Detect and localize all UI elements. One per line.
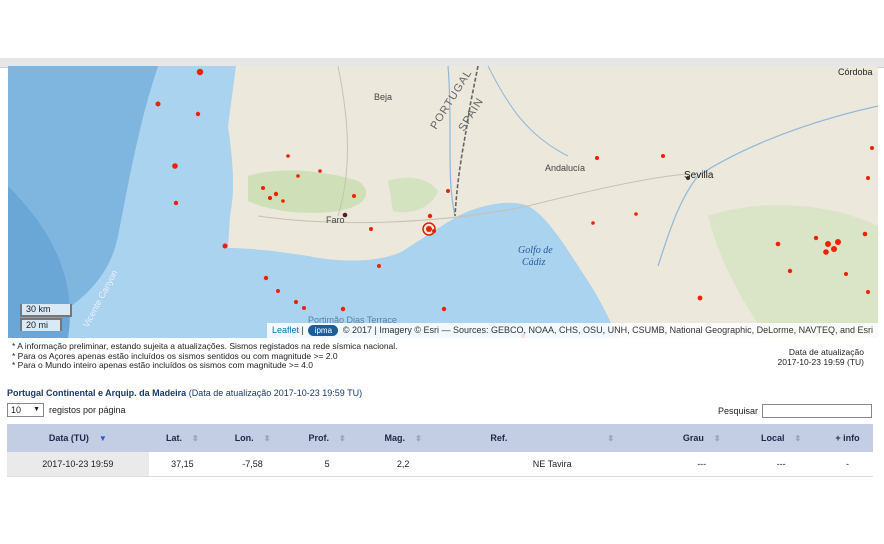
page-size-control: 10 ▼ registos por página xyxy=(7,403,126,417)
label-sevilla: Sevilla xyxy=(684,170,714,181)
leaflet-link[interactable]: Leaflet xyxy=(272,325,299,335)
search-label: Pesquisar xyxy=(717,406,758,416)
col-lon[interactable]: Lon. ⬍ xyxy=(215,424,290,452)
scale-mi: 20 mi xyxy=(20,318,62,331)
sort-icon: ⬍ xyxy=(339,434,346,443)
map-attribution: Leaflet | ipma © 2017 | Imagery © Esri —… xyxy=(267,322,878,338)
col-date[interactable]: Data (TU) ▼ xyxy=(7,424,149,452)
label-andalucia: Andalucía xyxy=(545,163,585,173)
sort-desc-icon: ▼ xyxy=(98,434,107,443)
cell-lon: -7,58 xyxy=(215,452,290,477)
update-info: Data de atualização 2017-10-23 19:59 (TU… xyxy=(778,347,864,367)
ipma-logo: ipma xyxy=(308,325,339,336)
note-3: * Para o Mundo inteiro apenas estão incl… xyxy=(12,360,313,370)
cell-date: 2017-10-23 19:59 xyxy=(7,452,149,477)
col-lat[interactable]: Lat. ⬍ xyxy=(148,424,216,452)
seismic-map[interactable]: Beja PORTUGAL SPAIN Andalucía Sevilla Có… xyxy=(8,66,878,338)
events-table: Data (TU) ▼ Lat. ⬍ Lon. ⬍ Prof. ⬍ Mag. ⬍ Ref.… xyxy=(7,424,873,477)
section-title-main: Portugal Continental e Arquip. da Madeir… xyxy=(7,388,187,398)
sort-icon: ⬍ xyxy=(415,434,422,443)
table-row[interactable]: 2017-10-23 19:59 37,15 -7,58 5 2,2 NE Ta… xyxy=(7,452,873,477)
page-size-value: 10 xyxy=(11,405,22,415)
col-info[interactable]: + info xyxy=(822,424,873,452)
chevron-down-icon: ▼ xyxy=(33,406,40,413)
search-input[interactable] xyxy=(762,404,872,418)
label-beja: Beja xyxy=(374,92,392,102)
notes: * A informação preliminar, estando sujei… xyxy=(12,341,398,371)
sort-icon: ⬍ xyxy=(607,434,615,443)
sort-icon: ⬍ xyxy=(794,434,802,443)
table-header-row: Data (TU) ▼ Lat. ⬍ Lon. ⬍ Prof. ⬍ Mag. ⬍ Ref.… xyxy=(7,424,873,452)
label-golfo-1: Golfo de xyxy=(518,245,553,256)
map-canvas[interactable]: Beja PORTUGAL SPAIN Andalucía Sevilla Có… xyxy=(8,66,878,338)
sort-icon: ⬍ xyxy=(263,434,271,443)
sort-icon: ⬍ xyxy=(713,434,721,443)
col-ref[interactable]: Ref. ⬍ xyxy=(441,424,664,452)
cell-ref: NE Tavira xyxy=(441,452,664,477)
cell-local: --- xyxy=(740,452,823,477)
scale-km: 30 km xyxy=(20,304,72,317)
section-title: Portugal Continental e Arquip. da Madeir… xyxy=(7,388,362,398)
label-cordoba: Córdoba xyxy=(838,67,873,77)
cell-grau: --- xyxy=(663,452,741,477)
label-golfo-2: Cádiz xyxy=(522,257,545,268)
attribution-text: © 2017 | Imagery © Esri — Sources: GEBCO… xyxy=(342,324,873,335)
section-title-sub: (Data de atualização 2017-10-23 19:59 TU… xyxy=(188,388,363,398)
page-size-label: registos por página xyxy=(49,405,126,415)
page-size-select[interactable]: 10 ▼ xyxy=(7,403,44,417)
cell-info[interactable]: - xyxy=(822,452,873,477)
col-grau[interactable]: Grau ⬍ xyxy=(663,424,741,452)
col-local[interactable]: Local ⬍ xyxy=(740,424,823,452)
cell-mag: 2,2 xyxy=(365,452,442,477)
sort-icon: ⬍ xyxy=(191,434,199,443)
col-depth[interactable]: Prof. ⬍ xyxy=(289,424,366,452)
cell-depth: 5 xyxy=(289,452,366,477)
search: Pesquisar xyxy=(718,404,872,418)
update-label: Data de atualização xyxy=(788,347,864,357)
label-faro: Faro xyxy=(326,215,345,225)
cell-lat: 37,15 xyxy=(148,452,216,477)
update-value: 2017-10-23 19:59 (TU) xyxy=(777,357,864,367)
col-mag[interactable]: Mag. ⬍ xyxy=(365,424,442,452)
